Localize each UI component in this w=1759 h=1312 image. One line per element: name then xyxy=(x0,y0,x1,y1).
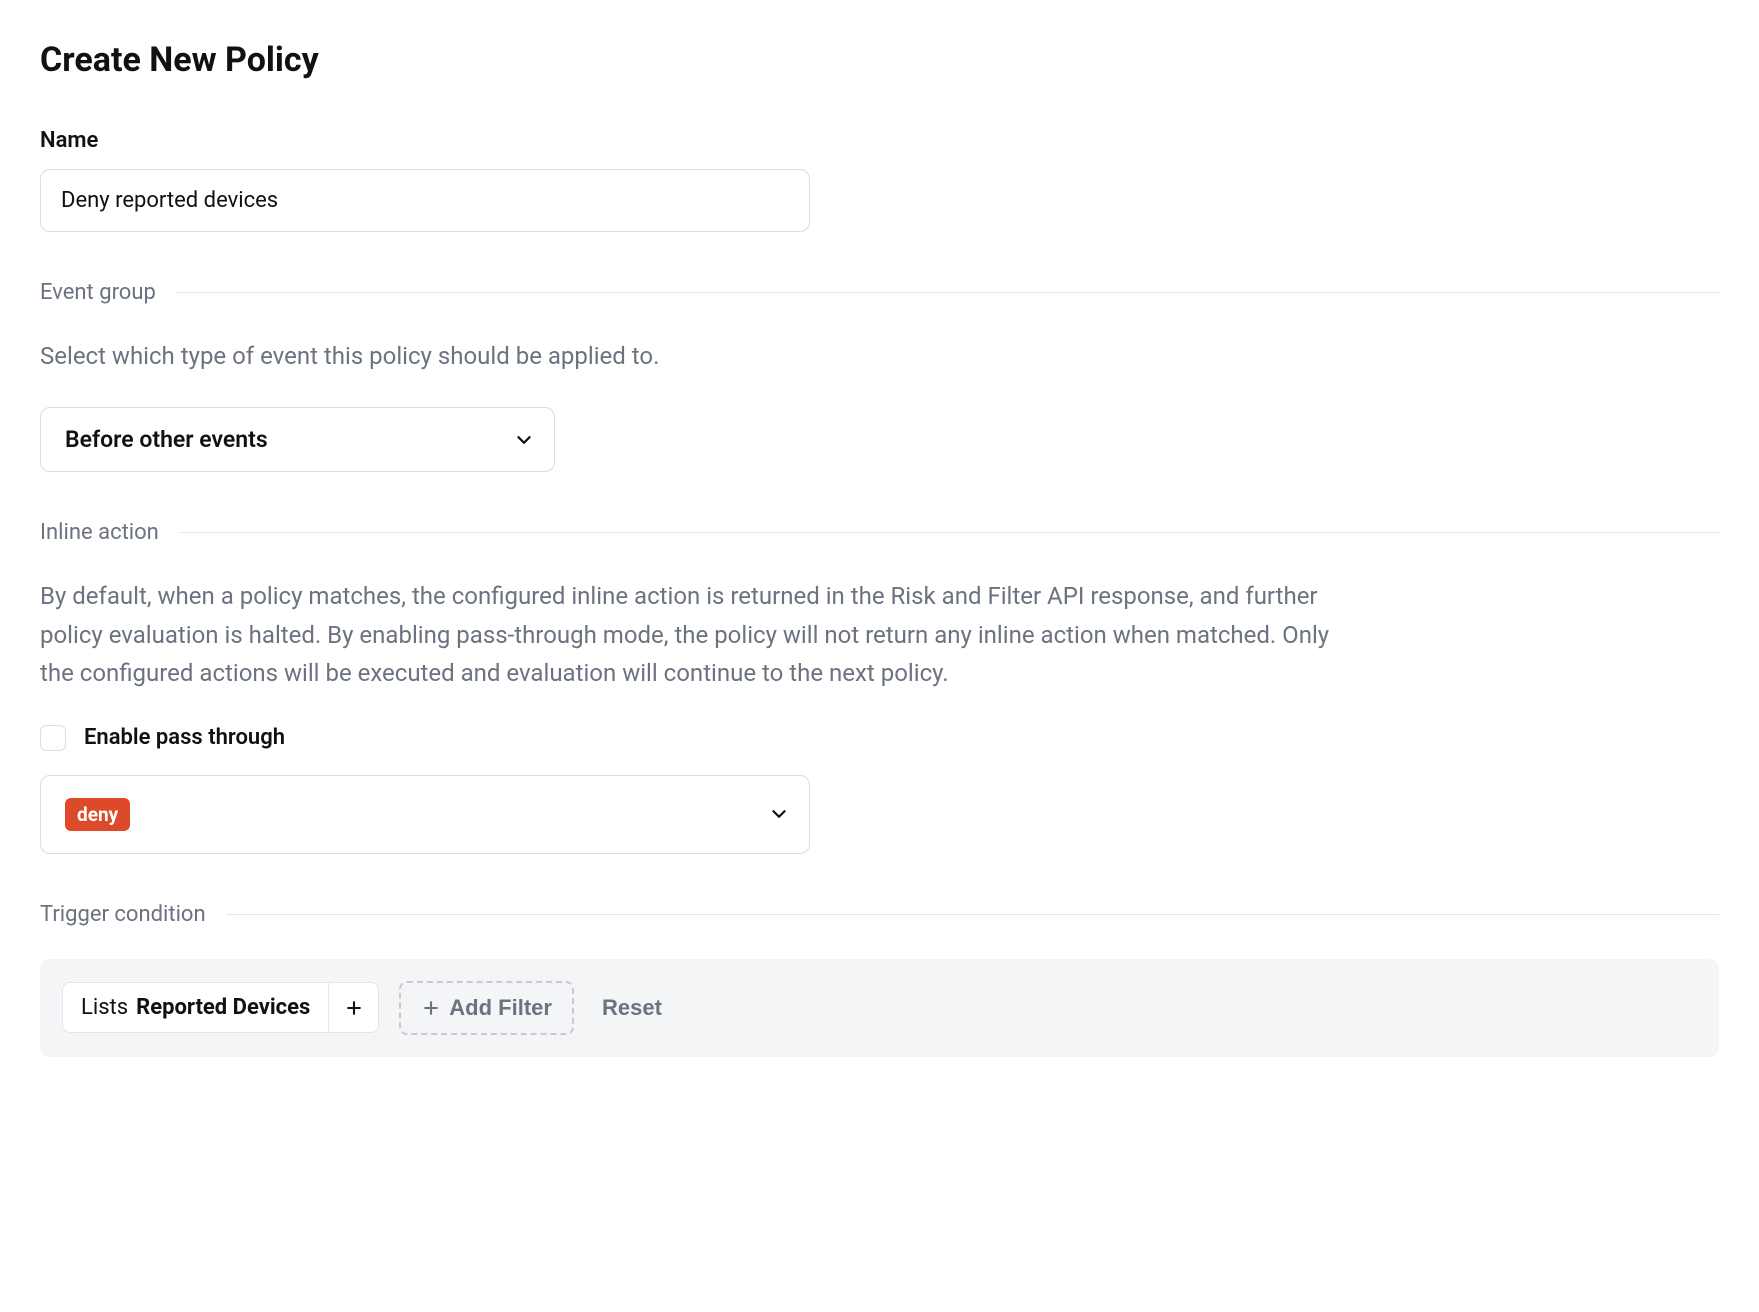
trigger-condition-divider: Trigger condition xyxy=(40,902,1719,927)
event-group-selected-value: Before other events xyxy=(65,426,268,453)
event-group-divider: Event group xyxy=(40,280,1719,305)
inline-action-divider: Inline action xyxy=(40,520,1719,545)
reset-button[interactable]: Reset xyxy=(594,983,670,1033)
filter-pill-group: Lists Reported Devices xyxy=(62,982,379,1033)
add-filter-label: Add Filter xyxy=(449,995,552,1021)
divider-line xyxy=(226,914,1719,915)
inline-action-description: By default, when a policy matches, the c… xyxy=(40,577,1340,692)
plus-icon xyxy=(421,998,441,1018)
trigger-condition-section-label: Trigger condition xyxy=(40,902,206,927)
event-group-select[interactable]: Before other events xyxy=(40,407,555,472)
divider-line xyxy=(176,292,1719,293)
name-input[interactable] xyxy=(40,169,810,232)
filter-pill-prefix: Lists xyxy=(81,995,128,1020)
event-group-section-label: Event group xyxy=(40,280,156,305)
pass-through-label: Enable pass through xyxy=(84,725,285,750)
divider-line xyxy=(179,532,1719,533)
name-label: Name xyxy=(40,128,1719,153)
plus-icon xyxy=(344,998,364,1018)
filter-pill-plus-button[interactable] xyxy=(329,982,379,1033)
trigger-condition-panel: Lists Reported Devices Add Filter Reset xyxy=(40,959,1719,1057)
inline-action-select[interactable]: deny xyxy=(40,775,810,854)
pass-through-row: Enable pass through xyxy=(40,725,1719,751)
pass-through-checkbox[interactable] xyxy=(40,725,66,751)
filter-pill-value: Reported Devices xyxy=(136,995,310,1020)
page-title: Create New Policy xyxy=(40,40,1719,80)
inline-action-section-label: Inline action xyxy=(40,520,159,545)
add-filter-button[interactable]: Add Filter xyxy=(399,981,574,1035)
filter-pill[interactable]: Lists Reported Devices xyxy=(62,982,329,1033)
deny-badge: deny xyxy=(65,798,130,831)
event-group-description: Select which type of event this policy s… xyxy=(40,337,1340,375)
